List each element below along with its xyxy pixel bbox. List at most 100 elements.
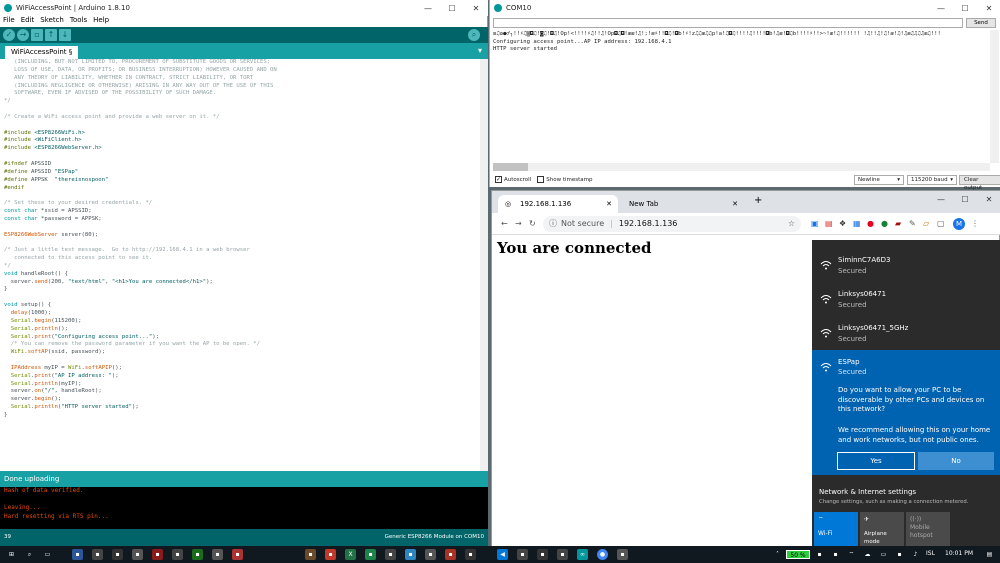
app-icon[interactable]: ▪ xyxy=(445,549,456,560)
yes-button[interactable]: Yes xyxy=(837,452,915,470)
minimize-icon[interactable]: — xyxy=(416,4,440,13)
extension-icon[interactable]: ● xyxy=(881,219,895,228)
minimize-icon[interactable]: — xyxy=(929,4,953,13)
app-icon[interactable]: ▪ xyxy=(192,549,203,560)
volume-icon[interactable]: ♪ xyxy=(910,549,921,560)
avatar[interactable]: M xyxy=(953,217,965,230)
menu-help[interactable]: Help xyxy=(93,16,109,26)
new-tab-icon[interactable]: + xyxy=(754,195,762,206)
app-icon[interactable]: ▪ xyxy=(305,549,316,560)
close-icon[interactable]: ✕ xyxy=(977,4,1000,13)
back-icon[interactable]: ← xyxy=(501,219,515,228)
tray-icon[interactable]: ▭ xyxy=(878,549,889,560)
search-icon[interactable]: ⌕ xyxy=(24,549,35,560)
extension-icon[interactable]: ● xyxy=(867,219,881,228)
app-icon[interactable]: ▪ xyxy=(232,549,243,560)
line-ending-select[interactable]: Newline ▾ xyxy=(854,175,904,185)
omnibox[interactable]: ⓘ Not secure | 192.168.1.136 ☆ xyxy=(543,215,801,232)
maximize-icon[interactable]: ☐ xyxy=(953,4,977,13)
app-icon[interactable]: ▪ xyxy=(172,549,183,560)
code-editor[interactable]: (INCLUDING, BUT NOT LIMITED TO, PROCUREM… xyxy=(0,59,480,471)
app-icon[interactable]: ▪ xyxy=(365,549,376,560)
timestamp-checkbox[interactable] xyxy=(537,176,545,183)
open-icon[interactable]: ↑ xyxy=(45,29,57,41)
mobile-hotspot-tile[interactable]: ((·)) Mobile hotspot xyxy=(906,512,950,546)
maximize-icon[interactable]: ☐ xyxy=(953,195,977,204)
task-view-icon[interactable]: ▭ xyxy=(42,549,53,560)
windows-start-icon[interactable]: ⊞ xyxy=(6,549,17,560)
app-icon[interactable]: ▪ xyxy=(72,549,83,560)
network-settings-link[interactable]: Network & Internet settings xyxy=(819,488,916,496)
app-icon[interactable]: ▪ xyxy=(325,549,336,560)
network-item[interactable]: Linksys06471_5GHz Secured xyxy=(812,308,1000,343)
chevron-up-icon[interactable]: ˄ xyxy=(772,549,783,560)
editor-scrollbar[interactable] xyxy=(480,59,488,471)
app-icon[interactable]: ▪ xyxy=(517,549,528,560)
serial-scrollbar-h[interactable] xyxy=(493,163,990,171)
tab-new-tab[interactable]: New Tab ✕ xyxy=(619,195,744,213)
extension-icon[interactable]: ▣ xyxy=(811,219,825,228)
app-icon[interactable]: ▪ xyxy=(617,549,628,560)
app-icon[interactable]: ▪ xyxy=(132,549,143,560)
excel-icon[interactable]: X xyxy=(345,549,356,560)
serial-input[interactable] xyxy=(493,18,963,28)
app-icon[interactable]: ▪ xyxy=(465,549,476,560)
maximize-icon[interactable]: ☐ xyxy=(440,4,464,13)
send-button[interactable]: Send xyxy=(966,18,996,28)
app-icon[interactable]: ▪ xyxy=(425,549,436,560)
sketch-tab[interactable]: WiFiAccessPoint § xyxy=(5,46,79,59)
tray-icon[interactable]: ▪ xyxy=(814,549,825,560)
new-icon[interactable]: ▫ xyxy=(31,29,43,41)
network-item[interactable]: SiminnC7A6D3 Secured xyxy=(812,240,1000,275)
app-icon[interactable]: ▪ xyxy=(385,549,396,560)
language-indicator[interactable]: ISL xyxy=(926,550,935,557)
vscode-icon[interactable]: ◀ xyxy=(497,549,508,560)
save-icon[interactable]: ↓ xyxy=(59,29,71,41)
forward-icon[interactable]: → xyxy=(515,219,529,228)
app-icon[interactable]: ▪ xyxy=(537,549,548,560)
baud-select[interactable]: 115200 baud ▾ xyxy=(907,175,957,185)
no-button[interactable]: No xyxy=(918,452,994,470)
autoscroll-checkbox[interactable]: ✓ xyxy=(495,176,502,183)
app-icon[interactable]: ▪ xyxy=(557,549,568,560)
tab-menu-icon[interactable]: ▾ xyxy=(478,46,482,55)
minimize-icon[interactable]: — xyxy=(929,195,953,204)
extension-icon[interactable]: ❖ xyxy=(839,219,853,228)
airplane-mode-tile[interactable]: ✈ Airplane mode xyxy=(860,512,904,546)
menu-file[interactable]: File xyxy=(3,16,15,26)
tab-close-icon[interactable]: ✕ xyxy=(732,195,738,213)
app-icon[interactable]: ▪ xyxy=(112,549,123,560)
extension-icon[interactable]: ✎ xyxy=(909,219,923,228)
battery-indicator[interactable]: 50 % xyxy=(786,550,810,559)
arduino-taskbar-icon[interactable]: ∞ xyxy=(577,549,588,560)
app-icon[interactable]: ▪ xyxy=(405,549,416,560)
app-icon[interactable]: ▪ xyxy=(212,549,223,560)
close-icon[interactable]: ✕ xyxy=(977,195,1000,204)
extension-icon[interactable]: ▢ xyxy=(937,219,951,228)
extension-icon[interactable]: ▦ xyxy=(853,219,867,228)
star-icon[interactable]: ☆ xyxy=(788,219,795,228)
upload-icon[interactable]: → xyxy=(17,29,29,41)
tray-icon[interactable]: ▪ xyxy=(830,549,841,560)
tray-icon[interactable]: ☁ xyxy=(862,549,873,560)
wifi-icon[interactable]: ⌔ xyxy=(846,549,857,560)
kebab-menu-icon[interactable]: ⋮ xyxy=(971,219,979,228)
menu-edit[interactable]: Edit xyxy=(21,16,35,26)
clock[interactable]: 10:01 PM xyxy=(945,550,973,557)
reload-icon[interactable]: ↻ xyxy=(529,219,543,228)
tab-close-icon[interactable]: ✕ xyxy=(606,195,612,213)
wifi-tile[interactable]: ⌔ Wi-Fi xyxy=(814,512,858,546)
extension-icon[interactable]: ▱ xyxy=(923,219,937,228)
tab-active[interactable]: ◎ 192.168.1.136 ✕ xyxy=(498,195,618,213)
extension-icon[interactable]: ▰ xyxy=(895,219,909,228)
menu-tools[interactable]: Tools xyxy=(70,16,87,26)
tray-icon[interactable]: ▪ xyxy=(894,549,905,560)
chrome-taskbar-icon[interactable]: ● xyxy=(597,549,608,560)
verify-icon[interactable]: ✓ xyxy=(3,29,15,41)
clear-output-button[interactable]: Clear output xyxy=(959,175,1000,191)
extension-icon[interactable]: ▤ xyxy=(825,219,839,228)
notification-icon[interactable]: ▤ xyxy=(984,549,995,560)
serial-scrollbar-v[interactable] xyxy=(990,30,999,163)
serial-monitor-icon[interactable]: ⌕ xyxy=(468,29,480,41)
menu-sketch[interactable]: Sketch xyxy=(40,16,64,26)
